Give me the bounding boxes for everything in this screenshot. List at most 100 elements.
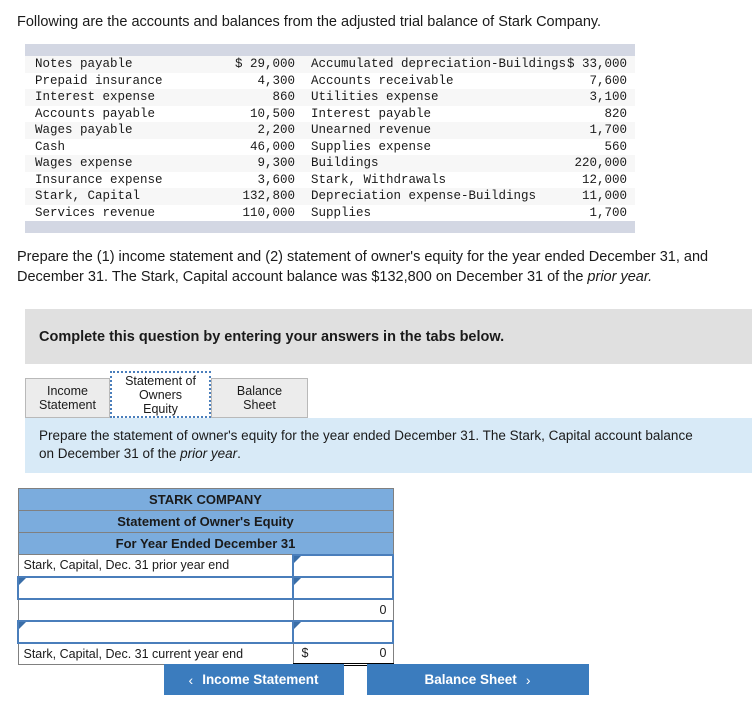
worksheet-label-text [17,598,294,621]
worksheet-label-select[interactable] [17,575,294,600]
dropdown-triangle-icon [294,555,301,563]
trial-balance-amount-right: 820 [604,106,627,121]
worksheet-amount-value: 0 [292,598,394,621]
worksheet-amount-input[interactable] [292,619,394,644]
trial-balance-account-right: Accumulated depreciation-Buildings [311,57,567,71]
worksheet-label-value: Stark, Capital, Dec. 31 current year end [23,646,244,661]
trial-balance-row: Interest expense 860 Utilities expense 3,10… [25,89,635,106]
dropdown-triangle-icon [294,621,301,629]
trial-balance-amount-left: 10,500 [249,106,295,121]
trial-balance-account-right: Utilities expense [311,90,439,104]
trial-balance-account-right: Buildings [311,156,379,170]
tab-bar: Income Statement Statement of Owners Equ… [25,371,752,418]
trial-balance-account-left: Notes payable [35,57,133,71]
task-instruction-box: Prepare the statement of owner's equity … [25,418,752,473]
trial-balance-amount-left: 860 [272,90,295,104]
trial-balance-amount-right: 12,000 [581,172,627,187]
trial-balance-amount-right: 11,000 [581,189,627,203]
worksheet-row: 0 [17,598,394,621]
prev-income-statement-button[interactable]: ‹ Income Statement [163,664,344,695]
worksheet-header-period-row: For Year Ended December 31 [17,532,394,555]
worksheet-amount-value: $0 [292,642,394,666]
trial-balance-amount-right: 7,600 [589,73,627,88]
tab-balance-sheet-label: Balance Sheet [236,384,283,412]
prepare-line-2-italic: prior year. [587,269,653,285]
worksheet-company-name: STARK COMPANY [17,488,394,511]
task-instruction-line-2: on December 31 of the prior year. [25,445,752,463]
next-button-label: Balance Sheet [424,672,517,687]
worksheet-period: For Year Ended December 31 [17,532,394,555]
trial-balance-account-left: Accounts payable [35,106,156,121]
worksheet-label-select[interactable] [17,619,294,644]
tab-owners-equity-label-line3: Equity [143,401,178,416]
trial-balance-row: Services revenue 110,000 Supplies 1,700 [25,204,635,221]
currency-symbol: $ [301,645,309,660]
tab-balance-sheet[interactable]: Balance Sheet [211,378,308,418]
trial-balance-amount-left: 132,800 [242,189,295,203]
worksheet-amount-input[interactable] [292,575,394,600]
worksheet-amount-input[interactable] [292,553,394,578]
trial-balance-amount-right: $ 33,000 [566,57,627,71]
worksheet-amount-number: 0 [379,645,387,660]
worksheet-row: Stark, Capital, Dec. 31 prior year end [17,553,394,578]
prepare-line-2: December 31. The Stark, Capital account … [17,267,752,287]
trial-balance-account-right: Stark, Withdrawals [311,172,447,187]
trial-balance-amount-left: $ 29,000 [234,57,295,71]
task-instruction-line-1: Prepare the statement of owner's equity … [39,428,693,443]
trial-balance-account-right: Unearned revenue [311,123,432,137]
trial-balance-account-left: Services revenue [35,205,156,220]
trial-balance-amount-right: 220,000 [574,156,627,170]
trial-balance-row: Cash 46,000 Supplies expense 560 [25,138,635,155]
trial-balance-row: Stark, Capital 132,800 Depreciation expens… [25,188,635,205]
trial-balance-account-left: Interest expense [35,90,156,104]
intro-text: Following are the accounts and balances … [17,14,602,30]
complete-question-banner: Complete this question by entering your … [25,309,752,364]
worksheet-header-statement-row: Statement of Owner's Equity [17,510,394,533]
chevron-right-icon: › [525,671,531,688]
trial-balance-amount-left: 9,300 [257,156,295,170]
trial-balance-account-left: Prepaid insurance [35,73,163,88]
next-balance-sheet-button[interactable]: Balance Sheet › [366,664,589,695]
trial-balance-top-bar [25,44,635,56]
trial-balance-account-right: Supplies expense [311,139,432,154]
trial-balance-row: Prepaid insurance 4,300 Accounts receivabl… [25,72,635,89]
prev-button-label: Income Statement [202,672,319,687]
worksheet-row [17,619,394,644]
trial-balance-panel: Notes payable $ 29,000 Accumulated depreci… [25,44,635,233]
trial-balance-row: Wages expense 9,300 Buildings 220,000 [25,155,635,172]
trial-balance-account-left: Wages expense [35,156,133,170]
worksheet-label-value: Stark, Capital, Dec. 31 prior year end [23,558,230,573]
trial-balance-account-left: Stark, Capital [35,189,141,203]
trial-balance-account-right: Interest payable [311,106,432,121]
trial-balance-amount-right: 560 [604,139,627,154]
trial-balance-amount-left: 110,000 [242,205,295,220]
tab-owners-equity-label-line2: Owners [138,387,183,402]
worksheet-amount-number: 0 [379,602,387,617]
prepare-instructions: Prepare the (1) income statement and (2)… [0,233,752,287]
dropdown-triangle-icon [19,577,26,585]
trial-balance-account-left: Wages payable [35,123,133,137]
task-instruction-line-2-text: on December 31 of the [39,446,181,461]
worksheet-header-company-row: STARK COMPANY [17,488,394,511]
worksheet-row [17,575,394,600]
tab-income-statement[interactable]: Income Statement [25,378,110,418]
trial-balance-account-right: Accounts receivable [311,73,454,88]
tab-statement-of-owners-equity[interactable]: Statement of Owners Equity [110,371,211,418]
tab-income-statement-label-line1: Income [46,384,88,398]
worksheet-label-text: Stark, Capital, Dec. 31 prior year end [17,554,294,577]
dropdown-triangle-icon [19,621,26,629]
trial-balance-account-right: Supplies [311,205,372,220]
task-instruction-line-2-italic: prior year [180,446,238,461]
trial-balance-table: Notes payable $ 29,000 Accumulated depreci… [25,56,635,221]
worksheet-row: Stark, Capital, Dec. 31 current year end… [17,642,394,666]
trial-balance-row: Accounts payable 10,500 Interest payable 82… [25,105,635,122]
prepare-line-2-text: December 31. The Stark, Capital account … [17,269,588,285]
trial-balance-account-right: Depreciation expense-Buildings [311,189,537,203]
task-instruction-line-2-period: . [237,446,241,461]
worksheet-statement-title: Statement of Owner's Equity [17,510,394,533]
trial-balance-amount-left: 3,600 [257,172,295,187]
banner-text: Complete this question by entering your … [39,328,505,345]
trial-balance-row: Notes payable $ 29,000 Accumulated depreci… [25,56,635,73]
trial-balance-amount-left: 2,200 [257,123,295,137]
trial-balance-account-left: Cash [35,139,66,154]
